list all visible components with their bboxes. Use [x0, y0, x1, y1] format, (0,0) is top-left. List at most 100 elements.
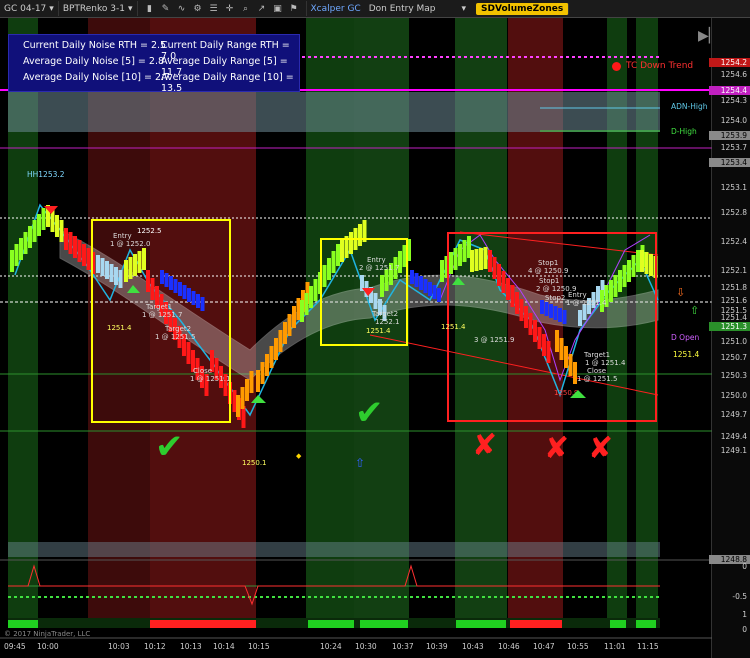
trend-label: TC Down Trend — [626, 61, 694, 71]
renko-brick — [114, 267, 118, 285]
renko-brick — [32, 220, 37, 242]
supply-zone — [8, 92, 660, 132]
renko-brick — [296, 298, 301, 320]
renko-brick — [241, 406, 246, 428]
renko-brick — [55, 215, 59, 237]
svg-text:2 @ 1251.7: 2 @ 1251.7 — [359, 264, 399, 272]
svg-text:1251.4: 1251.4 — [441, 323, 466, 331]
time-tick: 10:12 — [144, 642, 166, 651]
svg-text:Target2: Target2 — [164, 325, 191, 333]
renko-brick — [236, 395, 240, 417]
flag-icon[interactable]: ⚑ — [288, 3, 300, 15]
renko-brick — [559, 338, 564, 360]
sd-volume-zones-label: SDVolumeZones — [481, 3, 564, 14]
renko-brick — [537, 327, 542, 349]
instrument-label: GC 04-17 — [4, 3, 47, 14]
renko-brick — [287, 314, 292, 336]
low-label: 1250.1 — [242, 459, 267, 467]
entry-map-selector[interactable]: Don Entry Map ▾ — [365, 1, 470, 16]
svg-text:1251.4: 1251.4 — [107, 324, 132, 332]
renko-brick — [128, 257, 133, 279]
time-tick: 10:14 — [213, 642, 235, 651]
bar-chart-icon[interactable]: ▮ — [144, 3, 156, 15]
renko-brick — [28, 226, 32, 248]
renko-brick — [453, 248, 458, 270]
chart-type-selector[interactable]: BPTRenko 3-1 ▾ — [59, 1, 138, 16]
renko-brick — [544, 302, 549, 316]
price-tick: 1253.7 — [720, 143, 747, 152]
d-open-value: 1251.4 — [673, 350, 699, 359]
renko-brick — [274, 338, 278, 360]
renko-brick — [146, 270, 150, 292]
svg-text:1252.5: 1252.5 — [137, 227, 162, 235]
renko-brick — [133, 254, 137, 276]
renko-brick — [549, 304, 553, 318]
strategy-link[interactable]: Xcalper GC — [307, 1, 365, 16]
renko-brick — [245, 379, 249, 401]
renko-brick — [458, 244, 462, 266]
trend-indicator: TC Down Trend — [612, 61, 693, 71]
price-highlight: 1254.4 — [709, 86, 750, 95]
check-icon: ✔ — [155, 427, 184, 467]
renko-brick — [640, 250, 644, 272]
price-tick: 1253.4 — [709, 158, 750, 167]
renko-brick — [627, 260, 631, 282]
renko-brick — [349, 232, 353, 254]
down-arrow-icon: ⇩ — [676, 286, 685, 299]
price-tick: 1250.0 — [720, 391, 747, 400]
indicator-icon[interactable]: ∿ — [176, 3, 188, 15]
renko-brick — [73, 236, 77, 258]
panel-scroll-icon[interactable]: ▶▏ — [698, 26, 720, 44]
sd-volume-zones-button[interactable]: SDVolumeZones — [476, 2, 570, 15]
price-tick: 1251.3 — [709, 322, 750, 331]
d-high-label: D-High — [671, 127, 697, 136]
time-tick: 10:39 — [426, 642, 448, 651]
crosshair-icon[interactable]: ✛ — [224, 3, 236, 15]
renko-brick — [437, 288, 441, 302]
renko-brick — [10, 250, 14, 272]
instrument-selector[interactable]: GC 04-17 ▾ — [0, 1, 59, 16]
price-chart[interactable]: Entry 1 @ 1252.0 1252.5 Target1 1 @ 1251… — [0, 18, 750, 658]
renko-brick — [304, 293, 309, 315]
hh-label: HH1253.2 — [27, 170, 65, 179]
time-tick: 10:46 — [498, 642, 520, 651]
renko-brick — [77, 240, 82, 262]
renko-brick — [64, 228, 68, 250]
renko-brick — [578, 310, 582, 326]
drawing-icon[interactable]: ✎ — [160, 3, 172, 15]
renko-brick — [336, 244, 340, 266]
svg-text:1 @ 1251.4: 1 @ 1251.4 — [566, 299, 607, 307]
renko-brick — [124, 260, 128, 282]
renko-brick — [169, 276, 173, 290]
renko-brick — [313, 279, 318, 301]
renko-brick — [160, 270, 164, 284]
drawing-tools-icon[interactable]: ↗ — [256, 3, 268, 15]
renko-brick — [187, 288, 191, 302]
renko-brick — [474, 249, 479, 271]
renko-brick — [501, 271, 506, 293]
svg-text:Close: Close — [193, 367, 212, 375]
renko-brick — [432, 285, 437, 299]
snapshot-icon[interactable]: ▣ — [272, 3, 284, 15]
properties-icon[interactable]: ☰ — [208, 3, 220, 15]
renko-brick — [506, 278, 510, 300]
renko-brick — [14, 244, 19, 266]
time-tick: 11:15 — [637, 642, 659, 651]
svg-text:1252.1: 1252.1 — [375, 318, 400, 326]
renko-brick — [462, 240, 467, 262]
svg-text:1 @ 1251.5: 1 @ 1251.5 — [577, 375, 617, 383]
renko-brick — [479, 248, 483, 270]
renko-brick — [109, 264, 114, 282]
strategy-icon[interactable]: ⚙ — [192, 3, 204, 15]
svg-text:1 @ 1251.1: 1 @ 1251.1 — [190, 375, 230, 383]
price-tick: 1253.9 — [709, 131, 750, 140]
zoom-icon[interactable]: ⌕ — [240, 3, 252, 15]
diamond-icon: ◆ — [296, 452, 302, 460]
svg-text:1 @ 1251.5: 1 @ 1251.5 — [155, 333, 195, 341]
renko-brick — [182, 285, 187, 299]
renko-brick — [309, 286, 313, 308]
renko-brick — [105, 261, 109, 279]
renko-brick — [68, 232, 73, 254]
renko-brick — [260, 362, 265, 384]
daily-noise-panel: Current Daily Noise RTH = 2.5 Current Da… — [8, 34, 300, 94]
